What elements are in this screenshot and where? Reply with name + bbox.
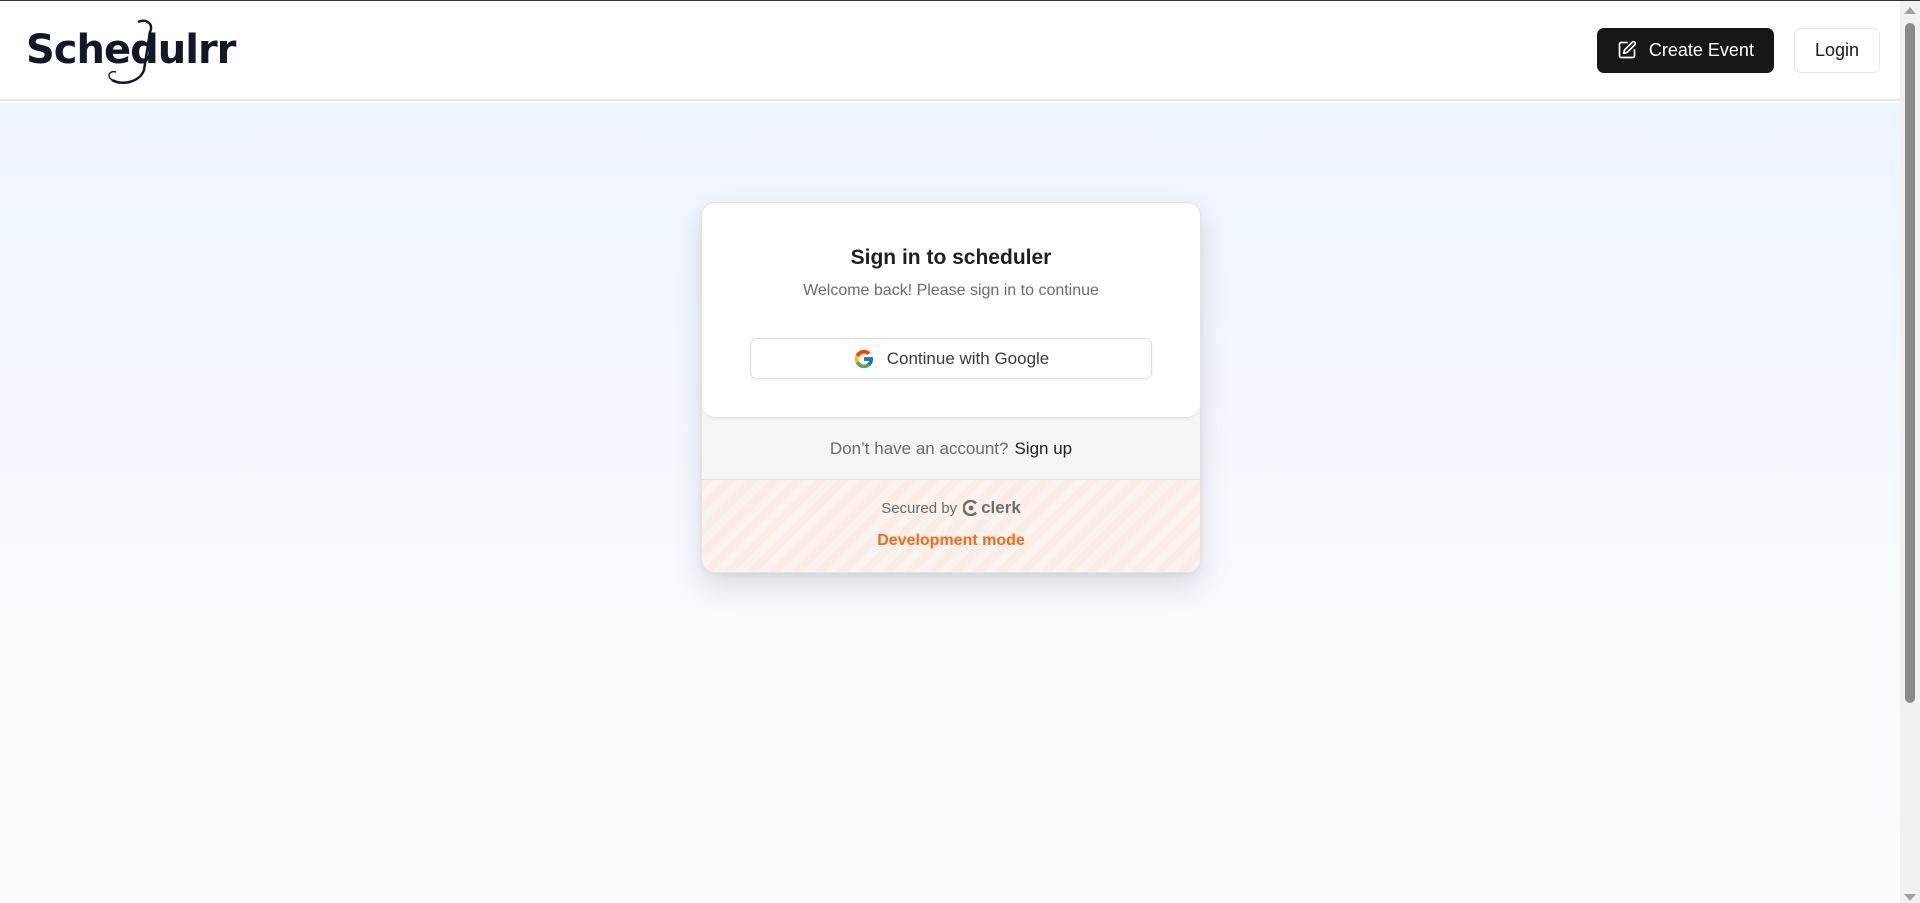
vertical-scrollbar[interactable] — [1900, 1, 1920, 903]
sign-in-card: Sign in to scheduler Welcome back! Pleas… — [701, 202, 1201, 573]
clerk-logo-text: clerk — [981, 498, 1021, 517]
header-actions: Create Event Login — [1596, 27, 1880, 73]
app-logo[interactable]: Schedulrr — [26, 10, 236, 90]
sign-up-row: Don’t have an account? Sign up — [702, 418, 1200, 480]
card-footer: Secured by clerk Development mode — [702, 480, 1200, 572]
login-button[interactable]: Login — [1793, 27, 1880, 73]
no-account-text: Don’t have an account? — [829, 438, 1009, 458]
development-mode-label: Development mode — [877, 532, 1025, 549]
create-event-button[interactable]: Create Event — [1596, 27, 1774, 73]
scroll-down-arrow-icon[interactable] — [1904, 894, 1916, 901]
create-event-label: Create Event — [1648, 39, 1754, 60]
google-icon — [854, 349, 873, 368]
sign-in-card-body: Sign in to scheduler Welcome back! Pleas… — [702, 203, 1200, 418]
sign-in-subtitle: Welcome back! Please sign in to continue — [803, 282, 1099, 299]
google-button-label: Continue with Google — [886, 348, 1050, 368]
app-header: Schedulrr Create Event Login — [0, 1, 1900, 101]
logo-text: Schedulrr — [26, 27, 236, 73]
scrollbar-thumb[interactable] — [1905, 23, 1915, 703]
sign-up-link[interactable]: Sign up — [1014, 439, 1072, 459]
secured-by: Secured by clerk — [881, 498, 1021, 518]
sign-in-title: Sign in to scheduler — [850, 246, 1052, 269]
clerk-logo-icon — [963, 500, 978, 516]
edit-icon — [1618, 40, 1637, 59]
main-content: Sign in to scheduler Welcome back! Pleas… — [0, 103, 1900, 903]
continue-with-google-button[interactable]: Continue with Google — [750, 338, 1152, 379]
clerk-logo[interactable]: clerk — [963, 498, 1021, 518]
scroll-up-arrow-icon[interactable] — [1904, 7, 1916, 14]
secured-by-text: Secured by — [881, 499, 958, 517]
